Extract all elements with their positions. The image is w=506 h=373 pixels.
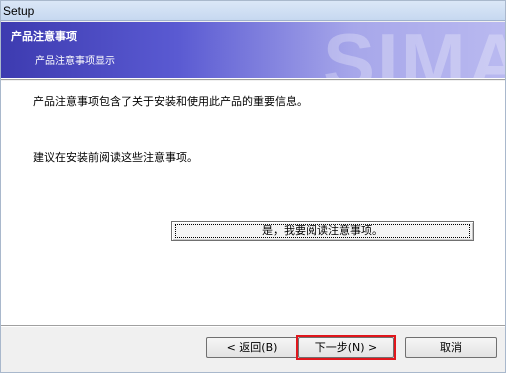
read-notes-label: 是，我要阅读注意事项。 [262,224,383,237]
header-banner: SIMA 产品注意事项 产品注意事项显示 [1,22,505,78]
content-area: 产品注意事项包含了关于安装和使用此产品的重要信息。 建议在安装前阅读这些注意事项… [1,81,505,325]
read-notes-button[interactable]: 是，我要阅读注意事项。 [171,221,474,241]
back-button[interactable]: < 返回(B) [206,337,298,358]
recommendation-text: 建议在安装前阅读这些注意事项。 [33,151,198,164]
info-text: 产品注意事项包含了关于安装和使用此产品的重要信息。 [33,95,308,108]
banner-divider [1,78,505,80]
setup-window: Setup SIMA 产品注意事项 产品注意事项显示 产品注意事项包含了关于安装… [0,0,506,373]
banner-subtitle: 产品注意事项显示 [35,56,115,67]
next-button-highlight [296,335,396,360]
brand-watermark: SIMA [323,22,505,78]
footer-separator [1,325,505,327]
title-bar[interactable]: Setup [1,1,505,21]
cancel-button[interactable]: 取消 [405,337,497,358]
banner-title: 产品注意事项 [11,30,77,43]
window-title: Setup [3,4,35,18]
